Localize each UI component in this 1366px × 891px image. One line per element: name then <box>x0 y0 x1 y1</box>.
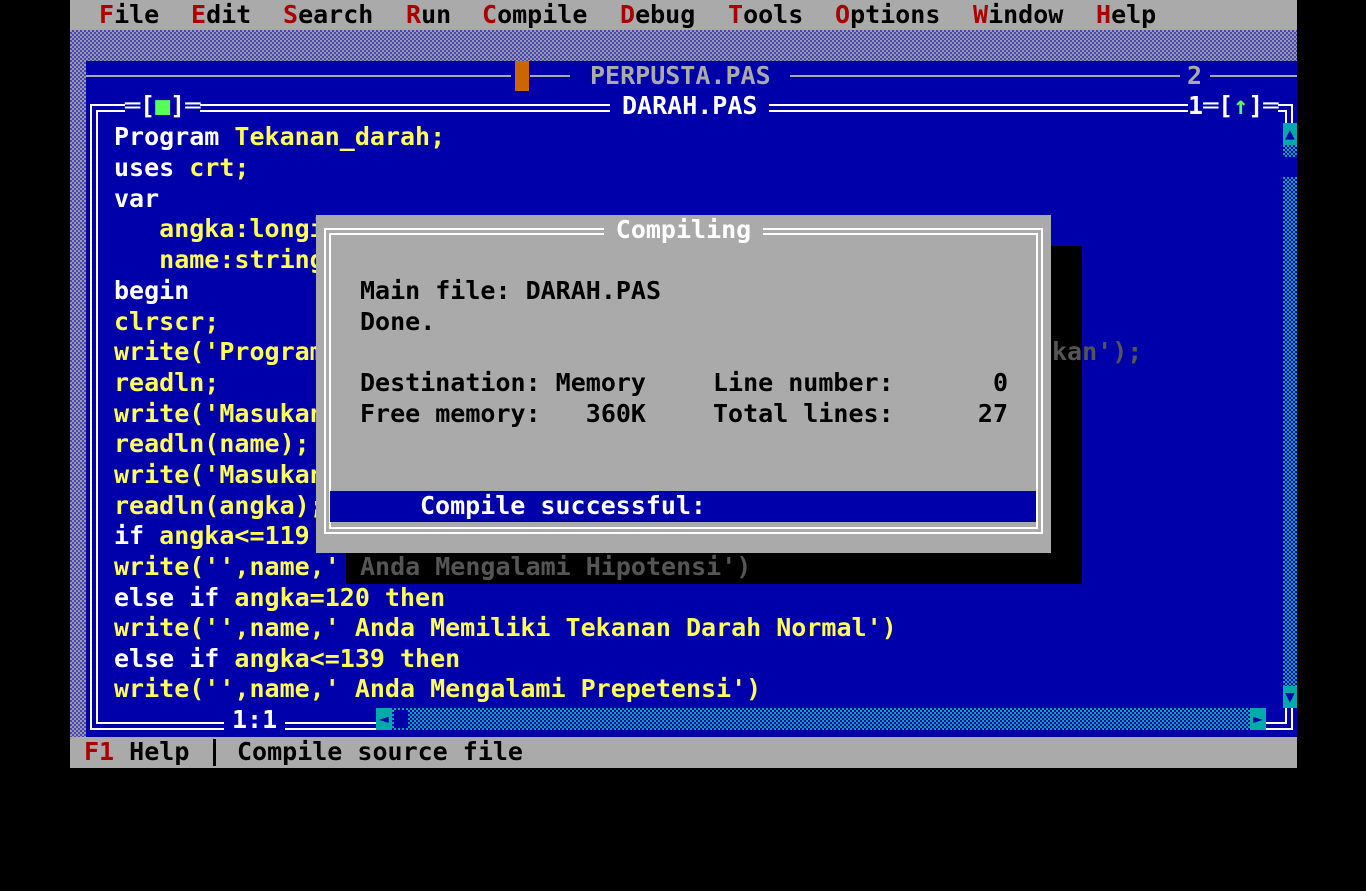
help-hotkey[interactable]: F1 Help <box>84 737 189 768</box>
code-line[interactable]: clrscr; <box>114 307 219 338</box>
back-window-resize-marker[interactable] <box>515 61 529 91</box>
compile-status-text: Compile successful: <box>420 491 706 520</box>
code-line[interactable]: else if angka=120 then <box>114 583 445 614</box>
main-file-label: Main file: DARAH.PAS <box>360 276 662 305</box>
code-line[interactable]: write('',name,' Anda Mengalami Prepetens… <box>114 674 761 705</box>
code-line[interactable]: uses crt; <box>114 153 249 184</box>
menu-run[interactable]: Run <box>406 0 451 31</box>
line-number-label: Line number: <box>713 368 894 397</box>
status-divider <box>213 739 216 766</box>
back-window-frame-left <box>86 75 511 77</box>
menu-edit[interactable]: Edit <box>191 0 251 31</box>
menu-bar: File Edit Search Run Compile Debug Tools… <box>70 0 1297 30</box>
menu-options[interactable]: Options <box>835 0 940 31</box>
editor-window-title: DARAH.PAS <box>610 91 770 122</box>
back-window-frame-mid <box>530 75 570 77</box>
code-line[interactable]: else if angka<=139 then <box>114 644 460 675</box>
menu-search[interactable]: Search <box>283 0 373 31</box>
total-lines-value: 27 <box>977 399 1008 428</box>
cursor-position: 1:1 <box>224 705 286 736</box>
close-window-button[interactable]: ═[■]═ <box>125 91 201 122</box>
code-line[interactable]: var <box>114 184 159 215</box>
menu-file[interactable]: File <box>99 0 159 31</box>
code-line-shadowed-tail: Anda Mengalami Hipotensi') <box>360 552 752 581</box>
zoom-window-button[interactable]: 1═[↑]═ <box>1188 91 1279 122</box>
zoom-icon: ↑ <box>1233 91 1249 120</box>
dialog-title: Compiling <box>316 215 1051 246</box>
menu-help[interactable]: Help <box>1096 0 1156 31</box>
code-line[interactable]: write('',name,' Anda Memiliki Tekanan Da… <box>114 613 897 644</box>
done-label: Done. <box>360 307 436 336</box>
close-icon: ■ <box>155 91 171 120</box>
status-hint: Compile source file <box>237 737 523 766</box>
back-window-frame-end <box>1210 75 1297 77</box>
scroll-up-arrow-icon[interactable]: ▲ <box>1283 123 1297 145</box>
back-window-title[interactable]: PERPUSTA.PAS <box>590 61 771 92</box>
compile-status-bar: Compile successful: <box>330 491 1036 522</box>
turbo-pascal-screen: File Edit Search Run Compile Debug Tools… <box>70 0 1297 768</box>
back-window-frame-right <box>790 75 1180 77</box>
code-line[interactable]: readln; <box>114 368 219 399</box>
scroll-left-arrow-icon[interactable]: ◄ <box>376 708 392 730</box>
menu-compile[interactable]: Compile <box>482 0 587 31</box>
scroll-right-arrow-icon[interactable]: ► <box>1250 708 1266 730</box>
menu-tools[interactable]: Tools <box>728 0 803 31</box>
code-line[interactable]: readln(name); <box>114 429 310 460</box>
destination-label: Destination: Memory <box>360 368 646 397</box>
line-number-value: 0 <box>992 368 1008 397</box>
status-line: F1 Help Compile source file <box>70 737 1297 768</box>
horizontal-scrollbar[interactable]: ◄ ► <box>376 708 1266 730</box>
code-line[interactable]: readln(angka); <box>114 491 325 522</box>
code-line-visible-tail: kan'); <box>1052 337 1143 366</box>
free-memory-label: Free memory: 360K <box>360 399 646 428</box>
code-line[interactable]: Program Tekanan_darah; <box>114 122 445 153</box>
vertical-scrollbar[interactable]: ▲ ▼ <box>1283 123 1297 708</box>
scroll-down-arrow-icon[interactable]: ▼ <box>1283 686 1297 708</box>
menu-debug[interactable]: Debug <box>620 0 695 31</box>
back-window-number: 2 <box>1187 61 1203 90</box>
code-line[interactable]: begin <box>114 276 189 307</box>
code-line[interactable]: name:string; <box>114 245 340 276</box>
menu-window[interactable]: Window <box>973 0 1063 31</box>
vertical-scroll-thumb[interactable] <box>1283 157 1297 177</box>
total-lines-label: Total lines: <box>713 399 894 428</box>
horizontal-scroll-thumb[interactable] <box>394 710 408 728</box>
